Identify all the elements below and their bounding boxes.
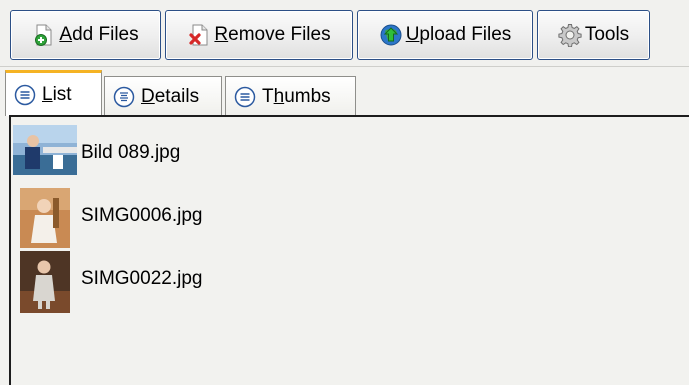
tab-list[interactable]: List xyxy=(5,70,102,116)
upload-files-label: Upload Files xyxy=(405,24,512,45)
remove-file-icon xyxy=(187,23,211,47)
remove-files-button[interactable]: Remove Files xyxy=(165,10,353,60)
list-view-icon xyxy=(14,84,36,106)
tab-thumbs[interactable]: Thumbs xyxy=(225,76,356,116)
tab-list-label: List xyxy=(42,83,72,105)
toolbar: Add Files Remove Files Upload Files Tool… xyxy=(0,0,689,66)
file-name: Bild 089.jpg xyxy=(81,142,181,163)
list-item[interactable]: SIMG0006.jpg xyxy=(11,188,671,248)
upload-files-button[interactable]: Upload Files xyxy=(357,10,533,60)
details-view-icon xyxy=(113,86,135,108)
toolbar-divider xyxy=(0,66,689,67)
gear-icon xyxy=(558,23,582,47)
photo-thumbnail xyxy=(13,125,77,175)
file-name: SIMG0022.jpg xyxy=(81,268,203,289)
thumbs-view-icon xyxy=(234,86,256,108)
tab-details[interactable]: Details xyxy=(104,76,222,116)
add-file-icon xyxy=(32,23,56,47)
add-files-label: Add Files xyxy=(59,24,139,45)
list-item[interactable]: Bild 089.jpg xyxy=(11,125,671,181)
photo-thumbnail xyxy=(20,188,70,248)
tools-button[interactable]: Tools xyxy=(537,10,650,60)
upload-globe-icon xyxy=(379,23,403,47)
photo-thumbnail xyxy=(20,251,70,313)
file-name: SIMG0006.jpg xyxy=(81,205,203,226)
remove-files-label: Remove Files xyxy=(214,24,331,45)
tab-details-label: Details xyxy=(141,85,200,107)
add-files-button[interactable]: Add Files xyxy=(10,10,161,60)
view-tabs: List Details Thumbs xyxy=(0,68,689,116)
tools-label: Tools xyxy=(584,24,630,45)
tab-thumbs-label: Thumbs xyxy=(262,85,331,107)
file-list[interactable]: Bild 089.jpg SIMG0006.jpg SIMG0022.jpg xyxy=(9,115,689,385)
list-item[interactable]: SIMG0022.jpg xyxy=(11,251,671,313)
